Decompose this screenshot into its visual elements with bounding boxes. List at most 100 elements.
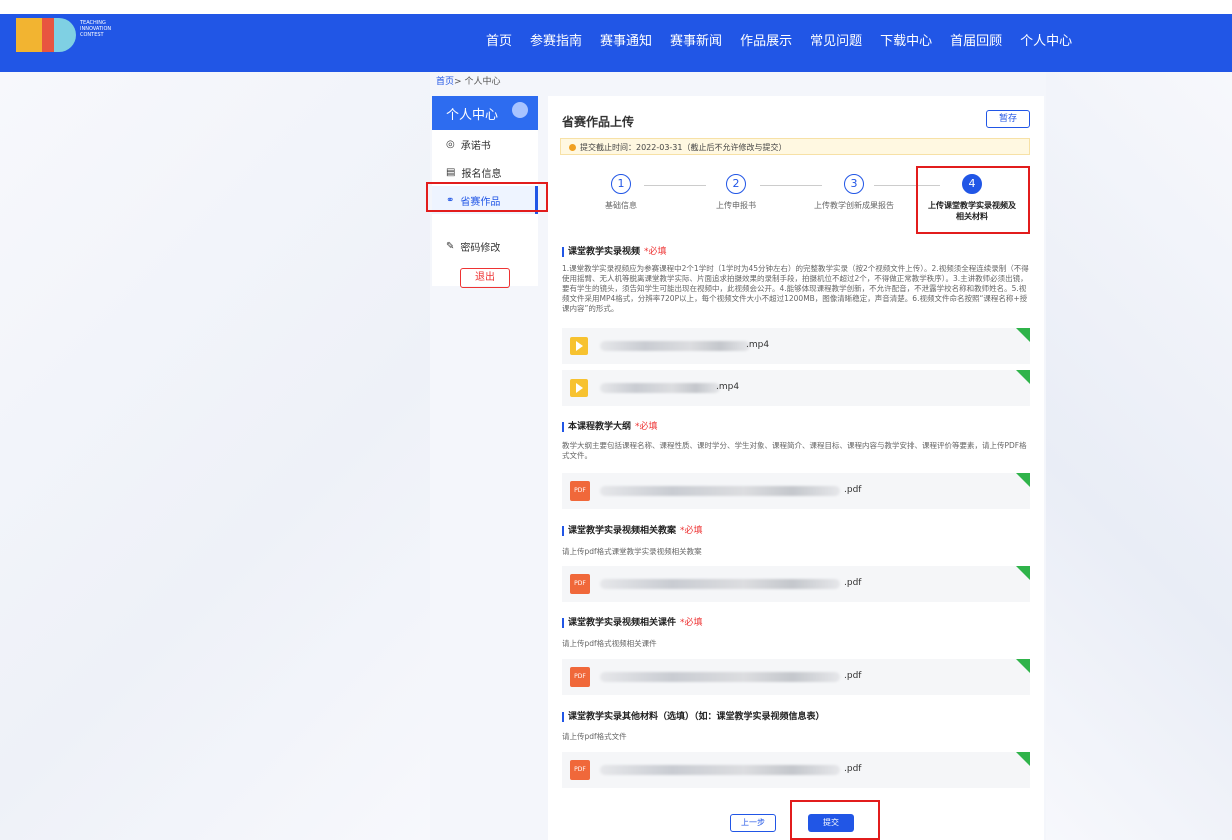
uploaded-pdf-file[interactable]: PDF .pdf — [562, 752, 1030, 788]
file-extension: .pdf — [844, 671, 862, 681]
section-desc-other-materials: 请上传pdf格式文件 — [562, 732, 627, 741]
nav-home[interactable]: 首页 — [486, 30, 512, 49]
step-number: 2 — [726, 174, 746, 194]
blurred-filename — [600, 383, 720, 393]
document-icon: ▤ — [446, 166, 456, 178]
sidebar-item-label: 密码修改 — [460, 242, 501, 254]
upload-success-icon — [1016, 328, 1030, 342]
section-desc-lesson-plan: 请上传pdf格式课堂教学实录视频相关教案 — [562, 547, 702, 556]
breadcrumb: 首页> 个人中心 — [436, 74, 500, 87]
sidebar-item-pledge[interactable]: ◎ 承诺书 — [432, 130, 538, 158]
section-title-lesson-plan: 课堂教学实录视频相关教案 *必填 — [562, 526, 703, 536]
nav-news[interactable]: 赛事新闻 — [670, 30, 722, 49]
deadline-notice: 提交截止时间：2022-03-31（截止后不允许修改与提交） — [560, 138, 1030, 155]
deadline-text: 提交截止时间：2022-03-31（截止后不允许修改与提交） — [580, 143, 787, 152]
logo-block — [54, 18, 76, 52]
highlight-box-step-4 — [916, 166, 1030, 234]
file-extension: .pdf — [844, 485, 862, 495]
main-nav: 首页 参赛指南 赛事通知 赛事新闻 作品展示 常见问题 下载中心 首届回顾 个人… — [486, 30, 1090, 49]
uploaded-pdf-file[interactable]: PDF .pdf — [562, 659, 1030, 695]
uploaded-pdf-file[interactable]: PDF .pdf — [562, 473, 1030, 509]
shield-icon: ◎ — [446, 138, 455, 150]
blurred-filename — [600, 341, 750, 351]
uploaded-pdf-file[interactable]: PDF .pdf — [562, 566, 1030, 602]
edit-icon: ✎ — [446, 240, 455, 252]
avatar — [512, 102, 528, 118]
section-title-text: 课堂教学实录视频相关课件 — [568, 618, 677, 628]
save-draft-button[interactable]: 暂存 — [986, 110, 1030, 128]
section-title-text: 本课程教学大纲 — [568, 422, 632, 432]
step-number: 1 — [611, 174, 631, 194]
breadcrumb-home[interactable]: 首页 — [436, 77, 454, 87]
breadcrumb-current: 个人中心 — [464, 77, 501, 87]
upload-success-icon — [1016, 566, 1030, 580]
blurred-filename — [600, 765, 840, 775]
upload-success-icon — [1016, 752, 1030, 766]
nav-review[interactable]: 首届回顾 — [950, 30, 1002, 49]
step-connector — [644, 185, 706, 186]
pdf-icon: PDF — [570, 760, 590, 780]
page-title: 省赛作品上传 — [562, 115, 635, 129]
step-1[interactable]: 1 基础信息 — [594, 174, 648, 211]
logo-block — [16, 18, 42, 52]
required-mark: *必填 — [635, 422, 658, 432]
step-label: 基础信息 — [605, 201, 637, 210]
section-desc-courseware: 请上传pdf格式视频相关课件 — [562, 639, 657, 648]
browser-top-strip — [0, 0, 1232, 14]
breadcrumb-separator: > — [454, 77, 462, 87]
file-extension: .pdf — [844, 764, 862, 774]
section-title-courseware: 课堂教学实录视频相关课件 *必填 — [562, 618, 703, 628]
section-title-other-materials: 课堂教学实录其他材料（选填）（如：课堂教学实录视频信息表） — [562, 712, 829, 722]
uploaded-video-file[interactable]: .mp4 — [562, 370, 1030, 406]
upload-success-icon — [1016, 659, 1030, 673]
highlight-box-submit — [790, 800, 880, 840]
file-extension: .mp4 — [716, 382, 740, 392]
step-2[interactable]: 2 上传申报书 — [708, 174, 764, 211]
pdf-icon: PDF — [570, 574, 590, 594]
sidebar-title: 个人中心 — [446, 108, 499, 123]
section-title-syllabus: 本课程教学大纲 *必填 — [562, 422, 658, 432]
logo-text: TEACHING INNOVATION CONTEST — [80, 20, 112, 38]
play-icon — [570, 379, 588, 397]
step-number: 3 — [844, 174, 864, 194]
section-title-text: 课堂教学实录视频 — [568, 247, 641, 257]
sidebar-header: 个人中心 — [432, 96, 538, 130]
uploaded-video-file[interactable]: .mp4 — [562, 328, 1030, 364]
nav-notice[interactable]: 赛事通知 — [600, 30, 652, 49]
background-shape — [0, 72, 430, 840]
warning-icon — [569, 144, 576, 151]
play-icon — [570, 337, 588, 355]
blurred-filename — [600, 579, 840, 589]
pdf-icon: PDF — [570, 667, 590, 687]
nav-works[interactable]: 作品展示 — [740, 30, 792, 49]
step-3[interactable]: 3 上传教学创新成果报告 — [804, 174, 904, 211]
section-title-video: 课堂教学实录视频 *必填 — [562, 247, 667, 257]
previous-step-button[interactable]: 上一步 — [730, 814, 776, 832]
sidebar-item-label: 报名信息 — [461, 168, 502, 180]
blurred-filename — [600, 672, 840, 682]
section-desc-syllabus: 教学大纲主要包括课程名称、课程性质、课时学分、学生对象、课程简介、课程目标、课程… — [562, 441, 1027, 460]
nav-downloads[interactable]: 下载中心 — [880, 30, 932, 49]
step-label: 上传申报书 — [716, 201, 756, 210]
section-title-text: 课堂教学实录视频相关教案 — [568, 526, 677, 536]
upload-success-icon — [1016, 473, 1030, 487]
upload-success-icon — [1016, 370, 1030, 384]
section-title-text: 课堂教学实录其他材料（选填）（如：课堂教学实录视频信息表） — [568, 712, 825, 722]
sidebar-item-label: 承诺书 — [460, 140, 491, 152]
nav-personal-center[interactable]: 个人中心 — [1020, 30, 1072, 49]
pdf-icon: PDF — [570, 481, 590, 501]
blurred-filename — [600, 486, 840, 496]
file-extension: .mp4 — [746, 340, 770, 350]
section-desc-video: 1.课堂教学实录视频应为参赛课程中2个1学时（1学时为45分钟左右）的完整教学实… — [562, 264, 1029, 313]
logout-button[interactable]: 退出 — [460, 268, 510, 288]
sidebar-item-password[interactable]: ✎ 密码修改 — [432, 232, 538, 260]
nav-guide[interactable]: 参赛指南 — [530, 30, 582, 49]
highlight-box-sidebar — [426, 182, 548, 212]
required-mark: *必填 — [644, 247, 667, 257]
nav-faq[interactable]: 常见问题 — [810, 30, 862, 49]
step-label: 上传教学创新成果报告 — [814, 201, 894, 210]
logo-block — [42, 18, 54, 52]
site-logo[interactable]: TEACHING INNOVATION CONTEST — [16, 18, 124, 52]
top-navigation-bar: TEACHING INNOVATION CONTEST 首页 参赛指南 赛事通知… — [0, 0, 1232, 72]
